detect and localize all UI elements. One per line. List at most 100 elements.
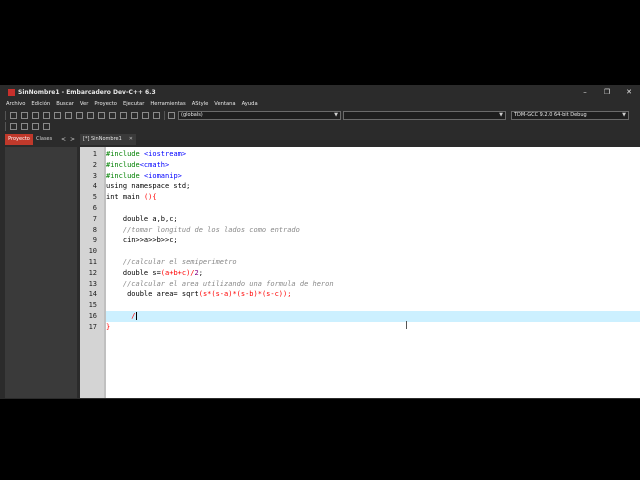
chevron-left-icon[interactable]: < <box>61 134 66 145</box>
goto-icon[interactable] <box>43 123 50 130</box>
chevron-right-icon[interactable]: > <box>70 134 75 145</box>
code-expression: (s*(s-a)*(s-b)*(s-c)); <box>198 290 292 299</box>
line-number: 8 <box>92 225 97 234</box>
compile-run-icon[interactable] <box>142 112 149 119</box>
menu-edicion[interactable]: Edición <box>28 101 53 107</box>
tab-row: Proyecto Clases < > [*] SinNombre1 ✕ <box>0 133 640 146</box>
code-line-8: //tomar longitud de los lados como entra… <box>106 225 640 236</box>
save-all-icon[interactable] <box>43 112 50 119</box>
toolbar-separator <box>164 111 165 120</box>
line-number: 15 <box>88 301 97 310</box>
line-number: 14 <box>88 290 97 299</box>
line-number: 17 <box>88 322 97 331</box>
title-bar: SinNombre1 - Embarcadero Dev-C++ 6.3 – ❐… <box>0 85 640 99</box>
code-text: ; <box>198 268 203 277</box>
project-icon[interactable] <box>168 112 175 119</box>
menu-ejecutar[interactable]: Ejecutar <box>120 101 147 107</box>
code-line-16-current[interactable]: / <box>106 311 640 322</box>
save-icon[interactable] <box>32 112 39 119</box>
menu-ver[interactable]: Ver <box>77 101 91 107</box>
menu-proyecto[interactable]: Proyecto <box>91 101 120 107</box>
code-text: double area= sqrt <box>127 290 199 299</box>
code-line-5: int main (){ <box>106 192 640 203</box>
code-line-12: double s=(a+b+c)/2; <box>106 268 640 279</box>
line-number: 10 <box>88 247 97 256</box>
scope-combo-value: (globals) <box>181 112 203 118</box>
file-tab-label: [*] SinNombre1 <box>83 136 122 142</box>
menu-ayuda[interactable]: Ayuda <box>239 101 261 107</box>
chevron-down-icon: ▼ <box>499 112 503 118</box>
code-text: double a,b,c; <box>122 214 178 223</box>
replace-icon[interactable] <box>109 112 116 119</box>
code-line-7: double a,b,c; <box>106 214 640 225</box>
close-icon[interactable]: ✕ <box>129 134 133 145</box>
compiler-combo[interactable]: TDM-GCC 9.2.0 64-bit Debug ▼ <box>511 111 629 120</box>
menu-herramientas[interactable]: Herramientas <box>147 101 188 107</box>
line-number: 11 <box>88 258 97 266</box>
code-brackets: (){ <box>143 193 157 202</box>
code-line-14: double area= sqrt(s*(s-a)*(s-b)*(s-c)); <box>106 289 640 300</box>
text-caret <box>135 312 137 320</box>
code-line-2: #include<cmath> <box>106 160 640 171</box>
run-icon[interactable] <box>131 112 138 119</box>
line-number-gutter: 1 2 3 4 5 6 7 8 9 10 11 12 13 14 15 16 1… <box>80 147 104 398</box>
code-line-1: #include <iostream> <box>106 149 640 160</box>
find-icon[interactable] <box>98 112 105 119</box>
code-expression: (a+b+c)/ <box>160 268 195 277</box>
code-line-17: } <box>106 322 640 333</box>
code-comment: //calcular el semiperimetro <box>122 258 237 266</box>
compile-icon[interactable] <box>120 112 127 119</box>
toolbar-separator <box>5 111 6 120</box>
undo-icon[interactable] <box>76 112 83 119</box>
file-tab-sinnombre1[interactable]: [*] SinNombre1 ✕ <box>80 134 136 145</box>
code-line-9: cin>>a>>b>>c; <box>106 235 640 246</box>
unindent-icon[interactable] <box>21 123 28 130</box>
print-icon[interactable] <box>65 112 72 119</box>
line-number: 4 <box>92 182 97 191</box>
line-number: 6 <box>92 204 97 212</box>
maximize-button[interactable]: ❐ <box>596 85 618 99</box>
menu-astyle[interactable]: AStyle <box>189 101 212 107</box>
tab-clases[interactable]: Clases <box>36 134 56 145</box>
open-file-icon[interactable] <box>21 112 28 119</box>
code-comment: //tomar longitud de los lados como entra… <box>122 225 300 234</box>
secondary-toolbar <box>0 121 640 132</box>
menu-buscar[interactable]: Buscar <box>53 101 77 107</box>
dev-cpp-window: SinNombre1 - Embarcadero Dev-C++ 6.3 – ❐… <box>0 85 640 399</box>
line-number: 1 <box>92 150 97 158</box>
redo-icon[interactable] <box>87 112 94 119</box>
chevron-down-icon: ▼ <box>622 112 626 118</box>
new-file-icon[interactable] <box>10 112 17 119</box>
include-header: <cmath> <box>139 160 170 169</box>
minimize-button[interactable]: – <box>574 85 596 99</box>
menu-archivo[interactable]: Archivo <box>0 101 28 107</box>
line-number: 9 <box>92 236 97 245</box>
preprocessor-directive: #include <box>106 150 144 158</box>
line-number: 16 <box>88 312 97 320</box>
symbol-combo[interactable]: ▼ <box>343 111 506 120</box>
close-file-icon[interactable] <box>54 112 61 119</box>
line-number: 12 <box>88 268 97 277</box>
code-line-11: //calcular el semiperimetro <box>106 257 640 268</box>
line-number: 2 <box>92 160 97 169</box>
bookmark-icon[interactable] <box>32 123 39 130</box>
code-editor[interactable]: 1 2 3 4 5 6 7 8 9 10 11 12 13 14 15 16 1… <box>80 147 640 398</box>
menu-ventana[interactable]: Ventana <box>211 101 238 107</box>
compiler-combo-value: TDM-GCC 9.2.0 64-bit Debug <box>514 112 587 118</box>
include-header: <iostream> <box>143 150 187 158</box>
tab-proyecto[interactable]: Proyecto <box>5 134 33 145</box>
chevron-down-icon: ▼ <box>334 112 338 118</box>
code-text: cin>>a>>b>>c; <box>122 236 178 245</box>
debug-icon[interactable] <box>153 112 160 119</box>
indent-icon[interactable] <box>10 123 17 130</box>
close-button[interactable]: ✕ <box>618 85 640 99</box>
scope-combo[interactable]: (globals) ▼ <box>178 111 341 120</box>
